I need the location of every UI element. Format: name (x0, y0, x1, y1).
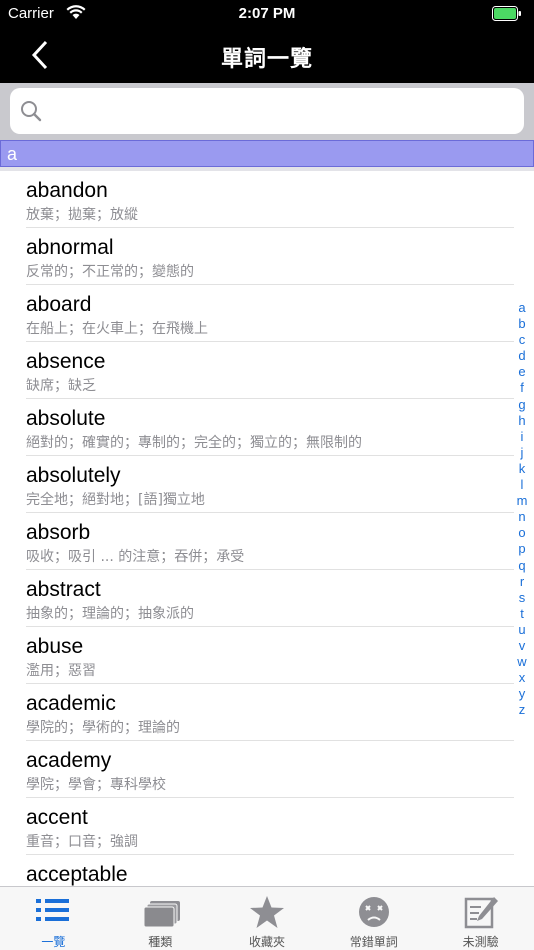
list-item[interactable]: academic 學院的；學術的；理論的 (26, 684, 514, 741)
tab-label: 種類 (148, 935, 173, 949)
index-letter-w[interactable]: w (517, 654, 526, 670)
word-meaning: 在船上；在火車上；在飛機上 (26, 321, 208, 337)
tab-bar: 一覽 種類 收藏夾 常錯單詞 未測驗 (0, 886, 534, 950)
word-meaning: 濫用；惡習 (26, 663, 96, 679)
word-text: acceptable (26, 863, 128, 886)
index-letter-l[interactable]: l (521, 477, 524, 493)
index-letter-n[interactable]: n (518, 509, 525, 525)
index-letter-a[interactable]: a (518, 300, 525, 316)
word-text: aboard (26, 293, 92, 316)
dizzy-face-icon (356, 895, 392, 929)
list-item[interactable]: aboard 在船上；在火車上；在飛機上 (26, 285, 514, 342)
list-item[interactable]: abstract 抽象的；理論的；抽象派的 (26, 570, 514, 627)
list-item[interactable]: absolutely 完全地；絕對地；[語]獨立地 (26, 456, 514, 513)
list-item[interactable]: abandon 放棄；拋棄；放縱 (26, 171, 514, 228)
index-letter-e[interactable]: e (518, 364, 525, 380)
list-item[interactable]: accent 重音；口音；強調 (26, 798, 514, 855)
index-letter-g[interactable]: g (518, 397, 525, 413)
word-text: absolute (26, 407, 106, 430)
word-meaning: 完全地；絕對地；[語]獨立地 (26, 492, 205, 508)
list-item[interactable]: absence 缺席；缺乏 (26, 342, 514, 399)
word-meaning: 學院；學會；專科學校 (26, 777, 166, 793)
status-bar: Carrier 2:07 PM (0, 0, 534, 28)
word-meaning: 抽象的；理論的；抽象派的 (26, 606, 194, 622)
pencil-note-icon (463, 895, 499, 929)
index-letter-o[interactable]: o (518, 525, 525, 541)
index-letter-m[interactable]: m (517, 493, 528, 509)
index-letter-v[interactable]: v (519, 638, 526, 654)
word-text: abuse (26, 635, 84, 658)
index-letter-j[interactable]: j (521, 445, 524, 461)
list-item[interactable]: academy 學院；學會；專科學校 (26, 741, 514, 798)
list-item[interactable]: absolute 絕對的；確實的；專制的；完全的；獨立的；無限制的 (26, 399, 514, 456)
search-input[interactable] (50, 96, 514, 128)
index-letter-t[interactable]: t (520, 606, 524, 622)
index-letter-h[interactable]: h (518, 413, 525, 429)
index-letter-r[interactable]: r (520, 574, 524, 590)
word-text: absolutely (26, 464, 121, 487)
word-text: academy (26, 749, 112, 772)
cards-icon (142, 895, 181, 929)
word-text: abnormal (26, 236, 114, 259)
list-item[interactable]: acceptable (26, 855, 514, 887)
star-icon (249, 895, 285, 929)
word-text: abstract (26, 578, 101, 601)
status-time: 2:07 PM (238, 5, 296, 22)
index-letter-p[interactable]: p (518, 541, 525, 557)
tab-untested[interactable]: 未測驗 (427, 887, 534, 950)
word-meaning: 缺席；缺乏 (26, 378, 96, 394)
tab-list[interactable]: 一覽 (0, 887, 107, 950)
battery-icon (492, 6, 522, 26)
index-letter-q[interactable]: q (518, 558, 525, 574)
index-letter-y[interactable]: y (519, 686, 526, 702)
tab-categories[interactable]: 種類 (107, 887, 214, 950)
word-text: academic (26, 692, 116, 715)
index-letter-s[interactable]: s (519, 590, 526, 606)
tab-label: 一覽 (41, 935, 66, 949)
section-header: a (0, 140, 534, 167)
page-title: 單詞一覽 (220, 46, 313, 71)
tab-frequent-mistakes[interactable]: 常錯單詞 (320, 887, 427, 950)
index-letter-f[interactable]: f (520, 380, 524, 396)
tab-label: 常錯單詞 (349, 935, 398, 949)
word-text: absorb (26, 521, 91, 544)
list-item[interactable]: absorb 吸收；吸引 ... 的注意；吞併；承受 (26, 513, 514, 570)
tab-favorites[interactable]: 收藏夾 (214, 887, 321, 950)
tab-label: 收藏夾 (248, 935, 285, 949)
index-letter-i[interactable]: i (521, 429, 524, 445)
index-letter-u[interactable]: u (518, 622, 525, 638)
word-text: abandon (26, 179, 108, 202)
word-meaning: 絕對的；確實的；專制的；完全的；獨立的；無限制的 (26, 435, 362, 451)
word-list[interactable]: abandon 放棄；拋棄；放縱 abnormal 反常的；不正常的；變態的 a… (0, 171, 534, 887)
word-meaning: 重音；口音；強調 (26, 834, 138, 850)
index-letter-b[interactable]: b (518, 316, 525, 332)
list-icon (35, 895, 71, 929)
word-meaning: 反常的；不正常的；變態的 (26, 264, 194, 280)
search-bar (0, 83, 534, 140)
search-box[interactable] (10, 88, 524, 134)
word-meaning: 放棄；拋棄；放縱 (26, 207, 138, 223)
list-item[interactable]: abuse 濫用；惡習 (26, 627, 514, 684)
index-letter-z[interactable]: z (519, 702, 526, 718)
index-letter-k[interactable]: k (519, 461, 526, 477)
index-letter-x[interactable]: x (519, 670, 526, 686)
navigation-bar: 單詞一覽 (0, 28, 534, 83)
tab-label: 未測驗 (462, 935, 499, 949)
list-item[interactable]: abnormal 反常的；不正常的；變態的 (26, 228, 514, 285)
search-icon (20, 100, 42, 127)
word-meaning: 學院的；學術的；理論的 (26, 720, 180, 736)
word-text: accent (26, 806, 88, 829)
word-text: absence (26, 350, 106, 373)
word-meaning: 吸收；吸引 ... 的注意；吞併；承受 (26, 549, 245, 565)
alphabet-index[interactable]: a b c d e f g h i j k l m n o p q r s t … (514, 300, 530, 718)
index-letter-c[interactable]: c (519, 332, 526, 348)
index-letter-d[interactable]: d (518, 348, 525, 364)
